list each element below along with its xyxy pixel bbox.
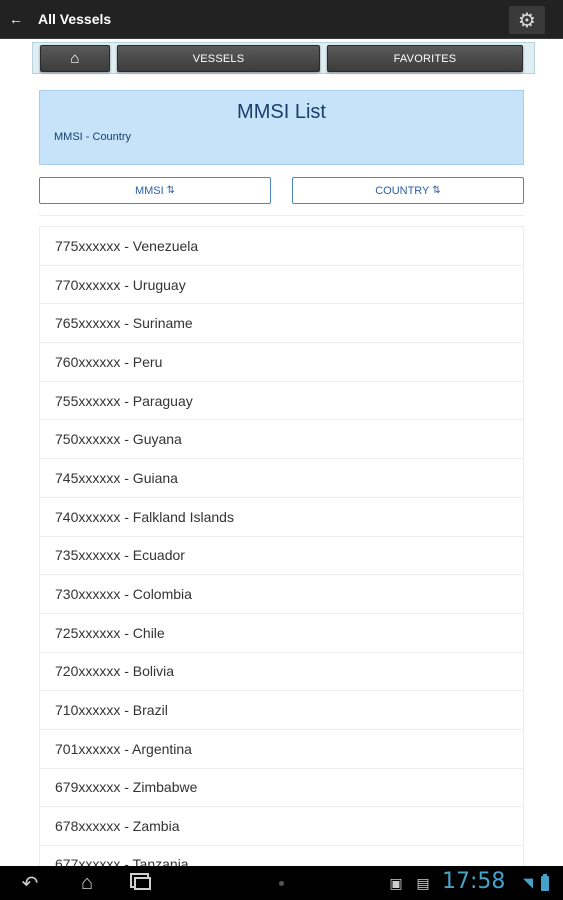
sort-mmsi-label: MMSI	[134, 184, 164, 197]
screenshot-notification-icon[interactable]: ▣	[387, 866, 405, 900]
list-header-panel: MMSI List MMSI - Country	[39, 90, 524, 165]
list-item[interactable]: 730xxxxxx - Colombia	[39, 574, 524, 613]
system-back-icon[interactable]: ↶	[18, 866, 42, 900]
sd-card-icon[interactable]: ▤	[414, 866, 432, 900]
vessels-button[interactable]: VESSELS	[117, 45, 320, 72]
action-bar: ← All Vessels ⚙	[0, 0, 563, 39]
back-arrow-icon[interactable]: ←	[0, 0, 32, 39]
recent-apps-icon[interactable]	[131, 866, 153, 900]
list-item[interactable]: 677xxxxxx - Tanzania	[39, 845, 524, 866]
list-item[interactable]: 701xxxxxx - Argentina	[39, 728, 524, 768]
battery-icon	[541, 874, 549, 891]
nav-bar: ⌂ VESSELS FAVORITES	[32, 42, 535, 74]
wifi-icon: ◥	[523, 875, 533, 890]
page-title: All Vessels	[38, 11, 112, 27]
list-title: MMSI List	[237, 101, 326, 123]
list-item[interactable]: 710xxxxxx - Brazil	[39, 690, 524, 729]
sort-country-label: COUNTRY	[375, 184, 430, 197]
divider	[39, 215, 524, 216]
list-item[interactable]: 760xxxxxx - Peru	[39, 342, 524, 381]
home-button[interactable]: ⌂	[40, 45, 110, 72]
list-item[interactable]: 725xxxxxx - Chile	[39, 612, 524, 652]
system-bar: ↶ ⌂ ▣ ▤ 17:58 ◥	[0, 866, 563, 900]
list-item[interactable]: 750xxxxxx - Guyana	[39, 419, 524, 459]
list-item[interactable]: 740xxxxxx - Falkland Islands	[39, 496, 524, 536]
list-item[interactable]: 720xxxxxx - Bolivia	[39, 651, 524, 691]
list-item[interactable]: 735xxxxxx - Ecuador	[39, 535, 524, 575]
sort-mmsi-button[interactable]: MMSI ⇅	[39, 177, 271, 204]
list-item[interactable]: 745xxxxxx - Guiana	[39, 458, 524, 497]
menu-dot-icon	[279, 881, 284, 886]
sort-country-button[interactable]: COUNTRY ⇅	[292, 177, 524, 204]
favorites-button[interactable]: FAVORITES	[327, 45, 523, 72]
list-item[interactable]: 678xxxxxx - Zambia	[39, 806, 524, 845]
sort-icon: ⇅	[166, 185, 176, 196]
list-item[interactable]: 775xxxxxx - Venezuela	[39, 226, 524, 265]
settings-button[interactable]: ⚙	[509, 6, 545, 34]
sort-icon: ⇅	[432, 185, 441, 196]
system-home-icon[interactable]: ⌂	[74, 866, 100, 900]
mmsi-list[interactable]: 775xxxxxx - Venezuela 770xxxxxx - Urugua…	[39, 226, 524, 866]
list-item[interactable]: 765xxxxxx - Suriname	[39, 303, 524, 343]
clock[interactable]: 17:58	[442, 869, 505, 894]
list-item[interactable]: 770xxxxxx - Uruguay	[39, 264, 524, 304]
home-icon: ⌂	[70, 50, 80, 67]
gear-icon: ⚙	[518, 9, 536, 32]
list-item[interactable]: 755xxxxxx - Paraguay	[39, 380, 524, 420]
list-item[interactable]: 679xxxxxx - Zimbabwe	[39, 767, 524, 807]
list-subtitle: MMSI - Country	[54, 131, 132, 143]
